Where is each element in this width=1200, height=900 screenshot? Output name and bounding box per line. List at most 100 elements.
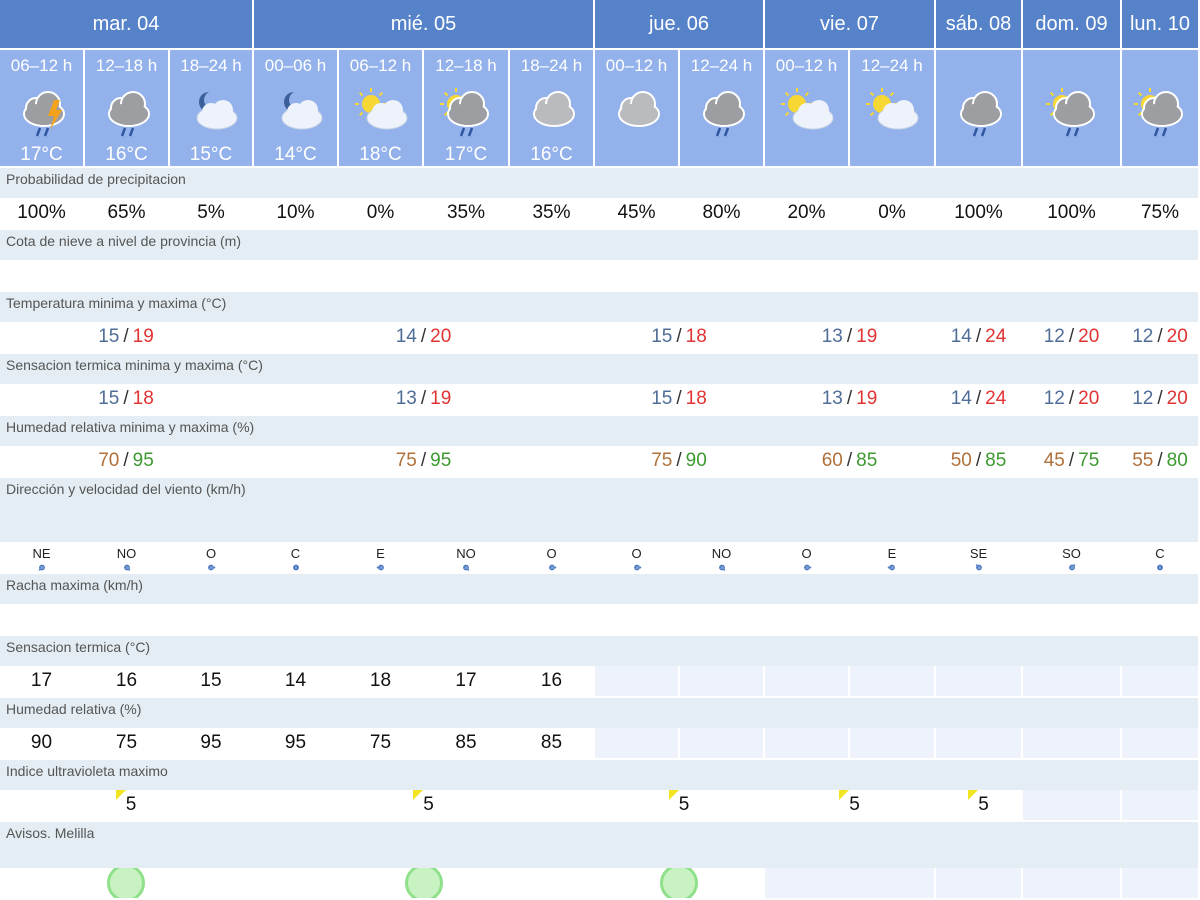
day-header[interactable]: mar. 04: [0, 0, 254, 50]
row-label-snow: Cota de nieve a nivel de provincia (m): [0, 230, 1200, 260]
gust-value: [254, 604, 339, 636]
row-label-text: Racha maxima (km/h): [6, 577, 143, 593]
senst-value: 16: [85, 666, 170, 698]
row-label-sens: Sensacion termica minima y maxima (°C): [0, 354, 1200, 384]
gust-value: [765, 604, 850, 636]
hum-max: 80: [1166, 450, 1188, 471]
day-header-label: dom. 09: [1035, 12, 1108, 35]
slash: /: [123, 450, 129, 471]
temp-max: 19: [132, 326, 154, 347]
temp-min: 12: [1043, 326, 1065, 347]
aviso-cell[interactable]: [595, 868, 765, 900]
uv-cell: 5: [595, 790, 765, 822]
day-header[interactable]: mié. 05: [254, 0, 595, 50]
senst-value-empty: [765, 666, 850, 698]
aviso-green-circle-icon[interactable]: [404, 868, 443, 898]
day-header[interactable]: lun. 10: [1122, 0, 1200, 50]
senst-text: 18: [369, 670, 392, 691]
svg-text:25: 25: [40, 566, 44, 570]
precip-text: 65%: [107, 202, 146, 223]
uv-value: 5: [125, 794, 137, 815]
row-label-text: Sensacion termica minima y maxima (°C): [6, 357, 263, 373]
row-label-text: Avisos. Melilla: [6, 825, 95, 841]
temp-minmax: 15/19: [0, 322, 254, 354]
period-header: 12–24 h: [680, 50, 765, 168]
snow-value: [85, 260, 170, 292]
hum-max: 95: [430, 450, 452, 471]
sun-cloud-rain-icon: [1045, 88, 1095, 137]
precip-value: 80%: [680, 198, 765, 230]
aviso-green-circle-icon[interactable]: [660, 868, 698, 898]
wind-arrow-icon: 15: [975, 564, 982, 571]
day-header[interactable]: vie. 07: [765, 0, 936, 50]
aviso-green-circle-icon[interactable]: [107, 868, 145, 898]
humr-value: 85: [424, 728, 510, 760]
hum-min: 70: [98, 450, 120, 471]
row-label-temp: Temperatura minima y maxima (°C): [0, 292, 1200, 322]
day-header[interactable]: sáb. 08: [936, 0, 1023, 50]
slash: /: [676, 450, 682, 471]
hum-minmax: 45/75: [1023, 446, 1122, 478]
senst-value: 17: [0, 666, 85, 698]
slash: /: [420, 326, 427, 347]
snow-value: [850, 260, 936, 292]
hum-max: 75: [1078, 450, 1100, 471]
temp-min: 14: [950, 326, 972, 347]
day-header[interactable]: dom. 09: [1023, 0, 1122, 50]
gust-value: [850, 604, 936, 636]
uv-flag-icon: 5: [413, 790, 434, 816]
snow-value: [510, 260, 595, 292]
sens-max: 19: [430, 388, 452, 409]
aviso-cell[interactable]: [254, 868, 595, 900]
precip-text: 35%: [532, 202, 571, 223]
snow-value: [0, 260, 85, 292]
day-header[interactable]: jue. 06: [595, 0, 765, 50]
slash: /: [846, 326, 853, 347]
hum-min: 45: [1043, 450, 1065, 471]
gust-value: [170, 604, 254, 636]
slash: /: [420, 450, 427, 471]
period-header: [1023, 50, 1122, 168]
precip-text: 35%: [446, 202, 486, 223]
period-temp: 16°C: [105, 144, 148, 165]
senst-text: 15: [200, 670, 222, 691]
period-header: [1122, 50, 1200, 168]
aviso-cell[interactable]: [0, 868, 254, 900]
wind-arrow-icon: 25: [38, 564, 45, 571]
period-temp: 14°C: [274, 144, 317, 165]
period-temp: 17°C: [444, 144, 488, 165]
precip-text: 0%: [366, 202, 395, 223]
temp-minmax: 14/24: [936, 322, 1023, 354]
sens-max: 18: [132, 388, 154, 409]
sun-cloud-icon: [354, 88, 407, 130]
senst-text: 16: [540, 670, 563, 691]
senst-value: 15: [170, 666, 254, 698]
wind-direction: E: [887, 546, 897, 561]
sens-minmax: 13/19: [765, 384, 936, 416]
row-label-gust: Racha maxima (km/h): [0, 574, 1200, 604]
slash: /: [846, 450, 853, 471]
wind-arrow-icon: 0: [292, 564, 299, 571]
precip-text: 45%: [617, 202, 656, 223]
period-header: 00–12 h: [765, 50, 850, 168]
wind-direction: O: [205, 546, 217, 561]
period-temp: 16°C: [530, 144, 573, 165]
period-header: 18–24 h 15°C: [170, 50, 254, 168]
uv-flag-icon: 5: [968, 790, 989, 816]
senst-value: 14: [254, 666, 339, 698]
svg-text:15: 15: [550, 566, 554, 570]
temp-minmax: 15/18: [595, 322, 765, 354]
sens-minmax: 14/24: [936, 384, 1023, 416]
gust-value: [1122, 604, 1200, 636]
humr-value: 85: [510, 728, 595, 760]
hum-min: 60: [821, 450, 843, 471]
row-label-uv: Indice ultravioleta maximo: [0, 760, 1200, 790]
humr-value-empty: [1023, 728, 1122, 760]
uv-value: 5: [423, 794, 434, 815]
sens-max: 20: [1166, 388, 1188, 409]
row-label-text: Probabilidad de precipitacion: [6, 171, 186, 187]
uv-cell: 5: [0, 790, 254, 822]
wind-direction: NO: [456, 546, 476, 561]
precip-value: 75%: [1122, 198, 1200, 230]
sens-minmax: 15/18: [595, 384, 765, 416]
